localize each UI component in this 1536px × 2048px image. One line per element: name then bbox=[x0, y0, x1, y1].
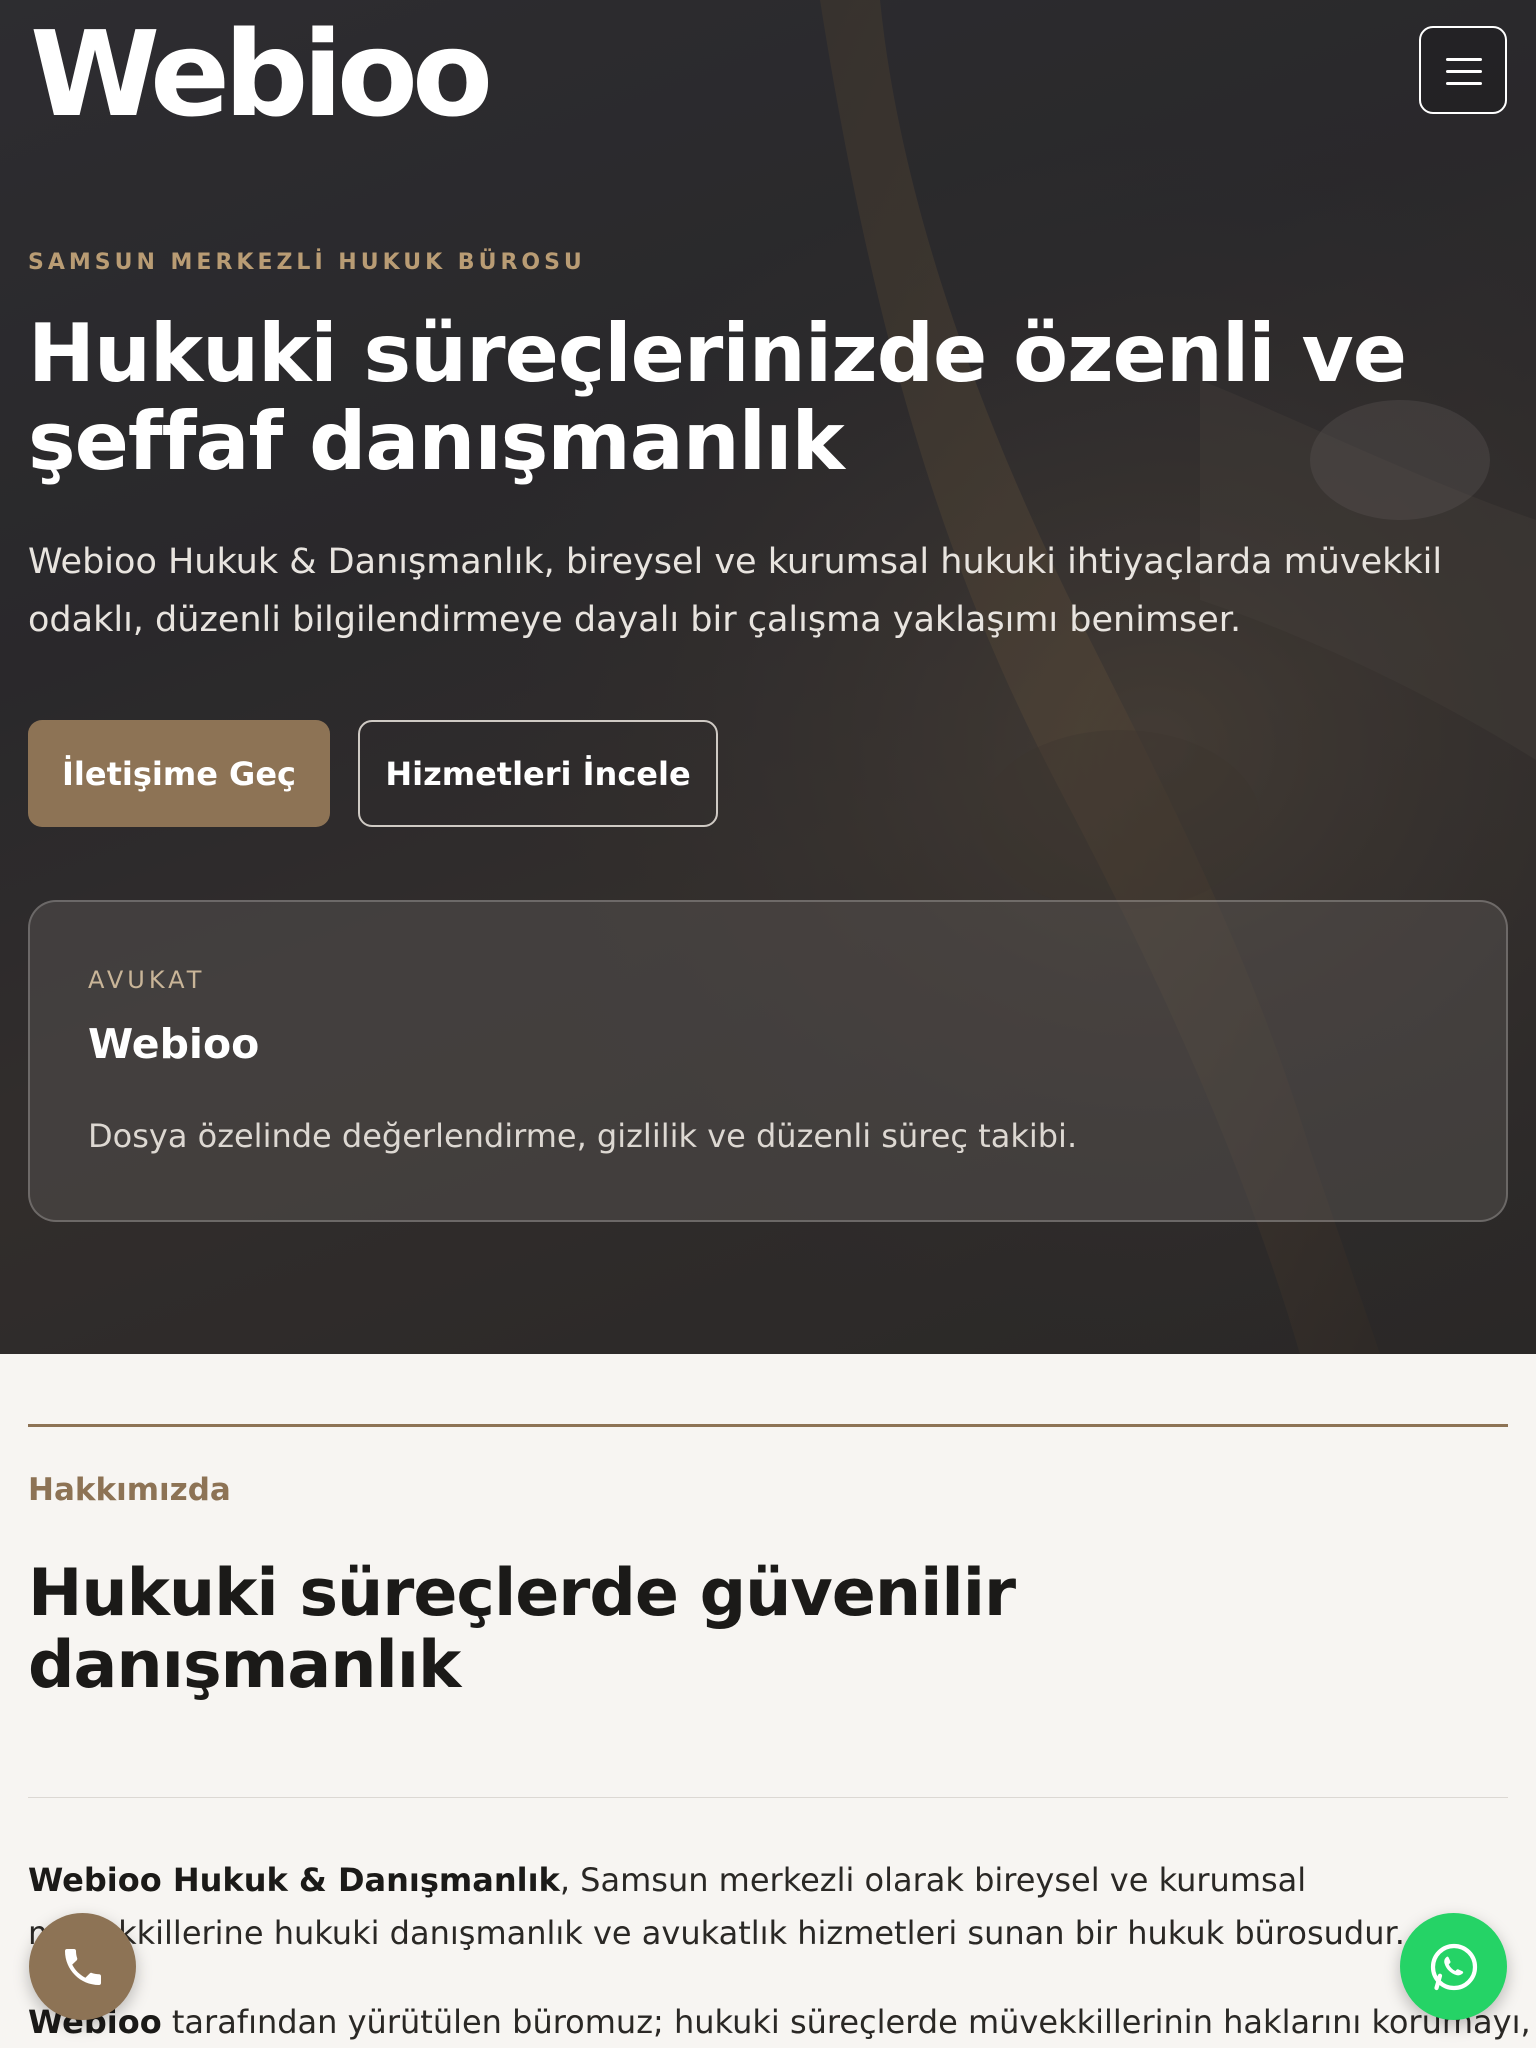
call-button[interactable] bbox=[29, 1913, 136, 2020]
card-name: Webioo bbox=[88, 1020, 260, 1068]
whatsapp-button[interactable] bbox=[1400, 1913, 1507, 2020]
services-button[interactable]: Hizmetleri İncele bbox=[358, 720, 718, 827]
card-description: Dosya özelinde değerlendirme, gizlilik v… bbox=[88, 1117, 1078, 1155]
about-title: Hukuki süreçlerde güvenilir danışmanlık bbox=[28, 1556, 1016, 1703]
about-paragraph-1-bold: Webioo Hukuk & Danışmanlık bbox=[28, 1861, 560, 1899]
hero-kicker: SAMSUN MERKEZLİ HUKUK BÜROSU bbox=[28, 250, 586, 275]
lawyer-card: AVUKAT Webioo Dosya özelinde değerlendir… bbox=[28, 900, 1508, 1222]
hamburger-menu-icon-line bbox=[1446, 70, 1482, 73]
card-kicker: AVUKAT bbox=[88, 966, 206, 994]
about-paragraph-1: Webioo Hukuk & Danışmanlık, Samsun merke… bbox=[28, 1854, 1508, 1960]
hero-section: Webioo SAMSUN MERKEZLİ HUKUK BÜROSU Huku… bbox=[0, 0, 1536, 1354]
logo[interactable]: Webioo bbox=[30, 14, 493, 134]
menu-button[interactable] bbox=[1419, 26, 1507, 114]
hero-title: Hukuki süreçlerinizde özenli ve şeffaf d… bbox=[28, 307, 1407, 488]
logo-text: Webioo bbox=[30, 5, 493, 143]
phone-icon bbox=[64, 1948, 101, 1985]
about-accent-rule bbox=[28, 1424, 1508, 1427]
contact-button[interactable]: İletişime Geç bbox=[28, 720, 330, 827]
hamburger-menu-icon bbox=[1446, 58, 1482, 61]
hero-description: Webioo Hukuk & Danışmanlık, bireysel ve … bbox=[28, 542, 1443, 640]
about-paragraph-2: Webioo tarafından yürütülen büromuz; huk… bbox=[28, 1996, 1531, 2048]
hamburger-menu-icon-line bbox=[1446, 82, 1482, 85]
about-divider bbox=[28, 1797, 1508, 1798]
about-paragraph-2-text: tarafından yürütülen büromuz; hukuki sür… bbox=[161, 2003, 1531, 2041]
whatsapp-icon bbox=[1430, 1943, 1477, 1990]
about-kicker: Hakkımızda bbox=[28, 1472, 231, 1508]
